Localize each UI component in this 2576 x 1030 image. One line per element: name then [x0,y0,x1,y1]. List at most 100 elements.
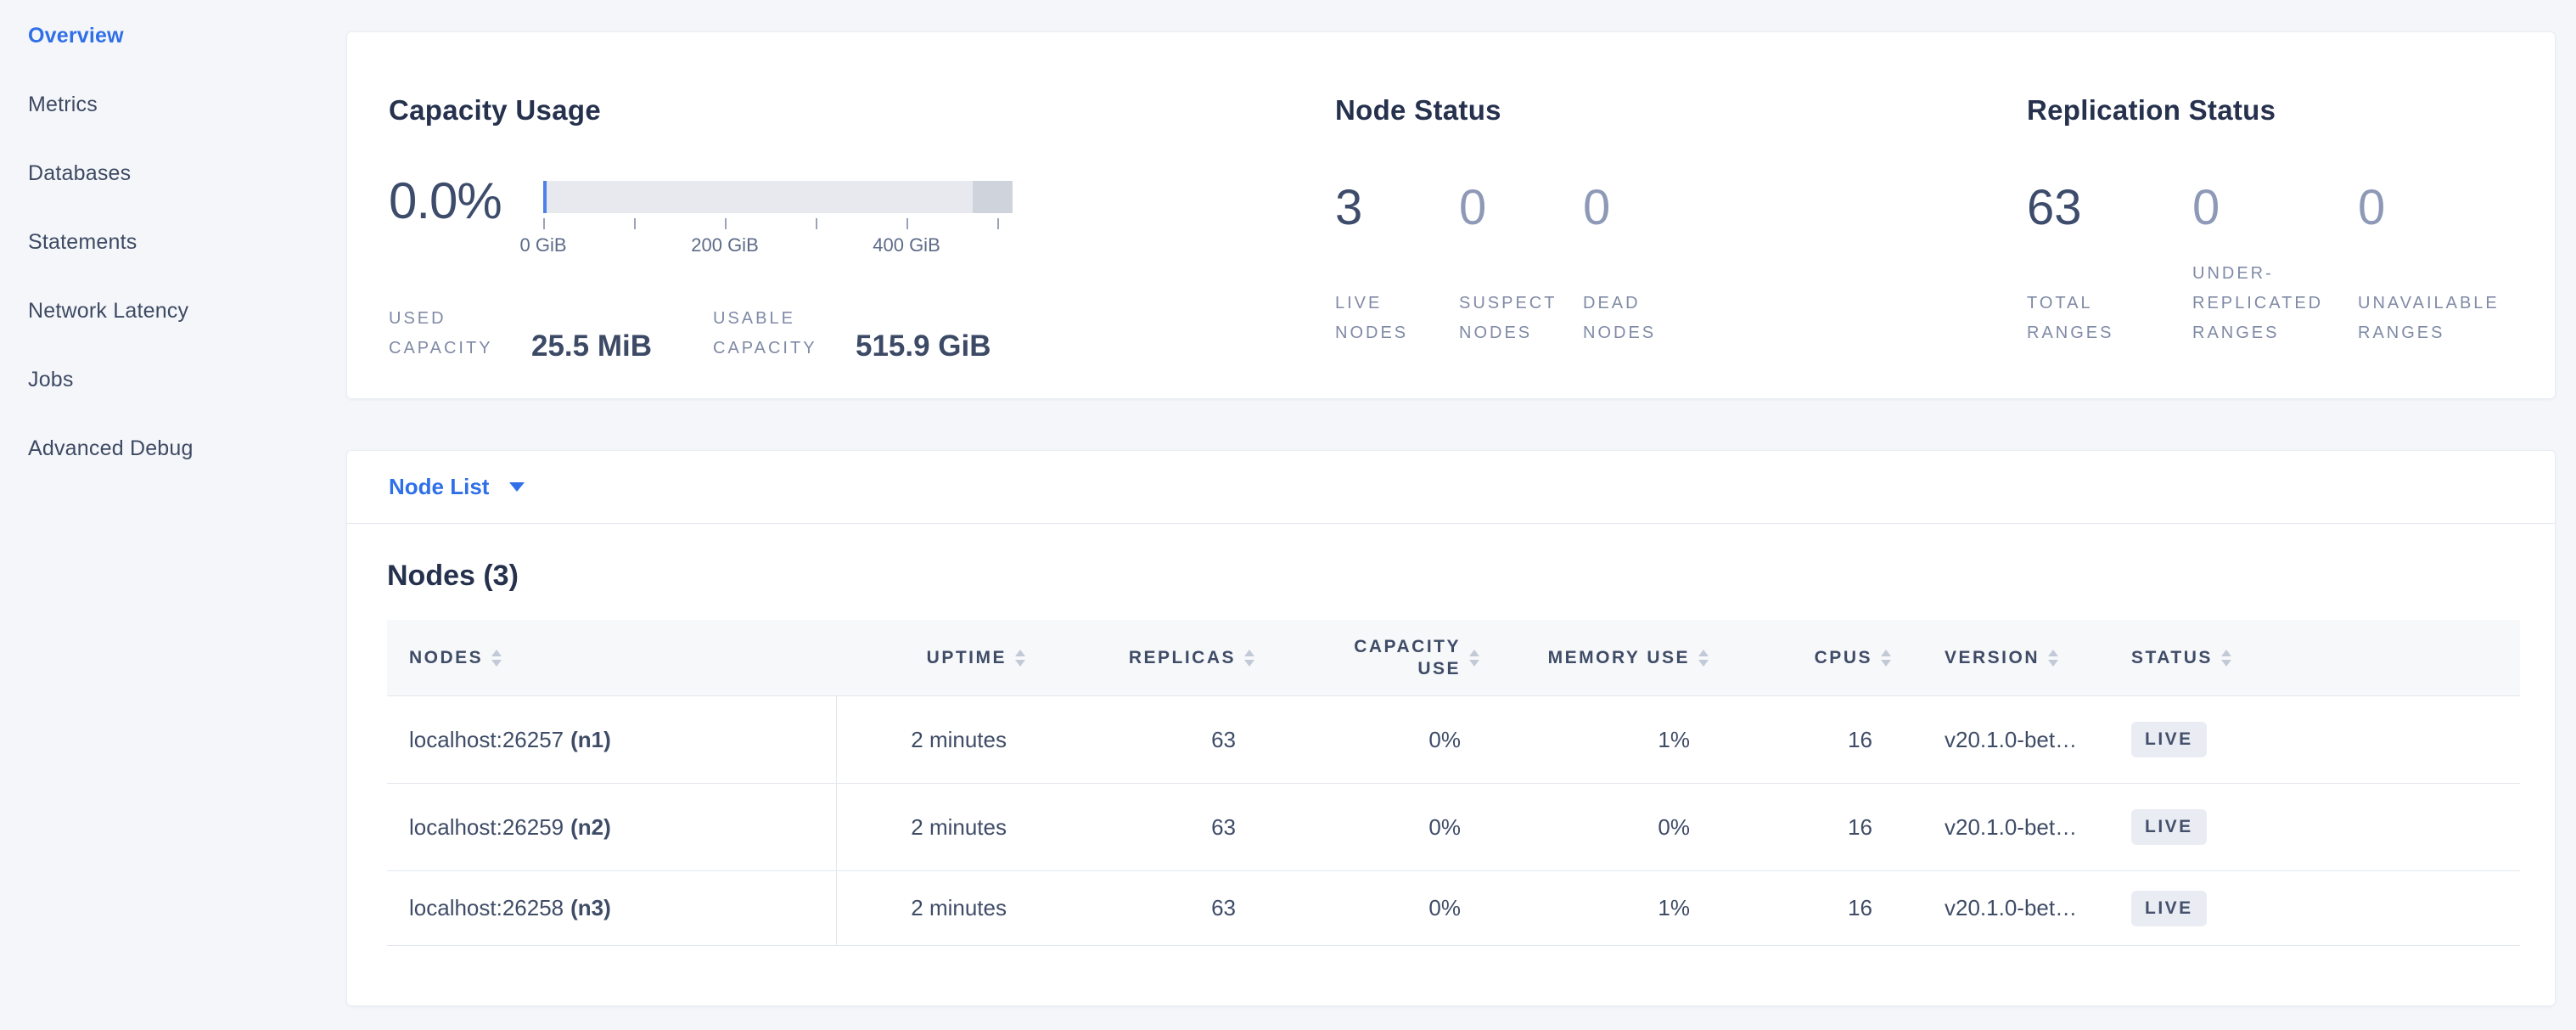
under-replicated-ranges-label: UNDER-REPLICATED RANGES [2192,259,2341,348]
used-capacity-value: 25.5 MiB [531,329,652,363]
suspect-nodes-value: 0 [1459,181,1583,235]
dead-nodes-value: 0 [1583,181,1707,235]
column-header-nodes[interactable]: NODES [387,647,837,669]
nodes-heading: Nodes (3) [387,560,2520,593]
status-badge: LIVE [2131,722,2207,757]
capacity-usage-section: Capacity Usage 0.0% [389,94,1335,398]
sort-icon [1698,650,1709,667]
total-ranges-stat: 63 TOTAL RANGES [2027,181,2192,348]
capacity-bar [543,181,1013,213]
cluster-summary-card: Capacity Usage 0.0% [346,31,2556,399]
sidebar-item-overview[interactable]: Overview [28,24,346,48]
axis-label-0: 0 GiB [519,234,566,256]
sort-icon [2221,650,2231,667]
node-status-section: Node Status 3 LIVE NODES 0 SUSPECT NODES… [1335,94,2027,398]
replication-stats: 63 TOTAL RANGES 0 UNDER-REPLICATED RANGE… [2027,181,2555,348]
column-header-memory-use[interactable]: MEMORY USE [1486,647,1715,669]
table-row-n2: localhost:26259 (n2) 2 minutes 63 0% 0% … [387,784,2520,871]
nodes-table-section: Nodes (3) NODES UPTIME REPLICAS [347,524,2555,946]
version-cell: v20.1.0-bet… [1898,696,2097,783]
sidebar-item-metrics[interactable]: Metrics [28,93,346,117]
replication-status-section: Replication Status 63 TOTAL RANGES 0 UND… [2027,94,2555,398]
capacity-bar-used-segment [543,181,547,213]
under-replicated-ranges-value: 0 [2192,181,2358,235]
sidebar-item-databases[interactable]: Databases [28,161,346,186]
capacity-stats: USED CAPACITY 25.5 MiB USABLE CAPACITY 5… [389,304,1335,363]
node-id: (n2) [570,814,611,841]
sort-icon [1015,650,1025,667]
column-header-uptime[interactable]: UPTIME [837,647,1032,669]
total-ranges-value: 63 [2027,181,2192,235]
column-header-version[interactable]: VERSION [1898,647,2097,669]
status-cell: LIVE [2097,871,2520,945]
cpus-cell: 16 [1715,784,1898,870]
sidebar-item-statements[interactable]: Statements [28,230,346,255]
used-capacity-label: USED CAPACITY [389,304,518,363]
main-content: Capacity Usage 0.0% [346,0,2576,1030]
cpus-cell: 16 [1715,696,1898,783]
table-row-n1: localhost:26257 (n1) 2 minutes 63 0% 1% … [387,696,2520,784]
version-cell: v20.1.0-bet… [1898,871,2097,945]
usable-capacity-stat: USABLE CAPACITY 515.9 GiB [713,304,991,363]
dead-nodes-label: DEAD NODES [1583,259,1689,348]
status-cell: LIVE [2097,784,2520,870]
sort-icon [1469,650,1479,667]
axis-label-400: 400 GiB [873,234,940,256]
under-replicated-ranges-stat: 0 UNDER-REPLICATED RANGES [2192,181,2358,348]
table-row-n3: localhost:26258 (n3) 2 minutes 63 0% 1% … [387,871,2520,946]
column-header-capacity-use[interactable]: CAPACITY USE [1261,636,1486,680]
node-status-title: Node Status [1335,94,2027,127]
live-nodes-label: LIVE NODES [1335,259,1441,348]
column-header-replicas[interactable]: REPLICAS [1032,647,1261,669]
nodes-card: Node List Nodes (3) NODES UPTIME [346,450,2556,1006]
replication-status-title: Replication Status [2027,94,2555,127]
caret-down-icon [509,482,525,492]
memory-use-cell: 0% [1486,784,1715,870]
version-cell: v20.1.0-bet… [1898,784,2097,870]
memory-use-cell: 1% [1486,871,1715,945]
capacity-use-cell: 0% [1261,871,1486,945]
memory-use-cell: 1% [1486,696,1715,783]
unavailable-ranges-stat: 0 UNAVAILABLE RANGES [2358,181,2523,348]
uptime-cell: 2 minutes [837,784,1032,870]
axis-label-200: 200 GiB [691,234,759,256]
capacity-bar-chart: 0 GiB 200 GiB 400 GiB [543,174,1013,260]
cpus-cell: 16 [1715,871,1898,945]
replicas-cell: 63 [1032,871,1261,945]
node-address-cell[interactable]: localhost:26257 (n1) [387,696,837,783]
usable-capacity-label: USABLE CAPACITY [713,304,842,363]
app-root: Overview Metrics Databases Statements Ne… [0,0,2576,1030]
uptime-cell: 2 minutes [837,871,1032,945]
dead-nodes-stat: 0 DEAD NODES [1583,181,1707,348]
sort-icon [1244,650,1254,667]
unavailable-ranges-label: UNAVAILABLE RANGES [2358,259,2506,348]
node-list-dropdown[interactable]: Node List [347,451,2555,524]
sidebar-item-network-latency[interactable]: Network Latency [28,299,346,324]
node-address-cell[interactable]: localhost:26259 (n2) [387,784,837,870]
node-address-cell[interactable]: localhost:26258 (n3) [387,871,837,945]
status-badge: LIVE [2131,809,2207,845]
sort-icon [1881,650,1891,667]
nodes-table: NODES UPTIME REPLICAS CAPACITY USE [387,620,2520,946]
column-header-cpus[interactable]: CPUS [1715,647,1898,669]
nodes-table-header: NODES UPTIME REPLICAS CAPACITY USE [387,620,2520,696]
uptime-cell: 2 minutes [837,696,1032,783]
capacity-axis-labels: 0 GiB 200 GiB 400 GiB [543,234,1013,260]
used-capacity-stat: USED CAPACITY 25.5 MiB [389,304,652,363]
sort-icon [491,650,502,667]
node-id: (n1) [570,727,611,753]
node-list-dropdown-label: Node List [389,474,489,500]
sidebar-item-advanced-debug[interactable]: Advanced Debug [28,436,346,461]
sidebar-item-jobs[interactable]: Jobs [28,368,346,392]
capacity-bar-other-segment [973,181,1013,213]
capacity-use-cell: 0% [1261,696,1486,783]
replicas-cell: 63 [1032,696,1261,783]
node-status-stats: 3 LIVE NODES 0 SUSPECT NODES 0 DEAD NODE… [1335,181,2027,348]
suspect-nodes-label: SUSPECT NODES [1459,259,1565,348]
sort-icon [2048,650,2058,667]
usable-capacity-value: 515.9 GiB [856,329,991,363]
capacity-percent-value: 0.0% [389,174,543,228]
status-badge: LIVE [2131,891,2207,926]
suspect-nodes-stat: 0 SUSPECT NODES [1459,181,1583,348]
column-header-status[interactable]: STATUS [2097,647,2520,669]
